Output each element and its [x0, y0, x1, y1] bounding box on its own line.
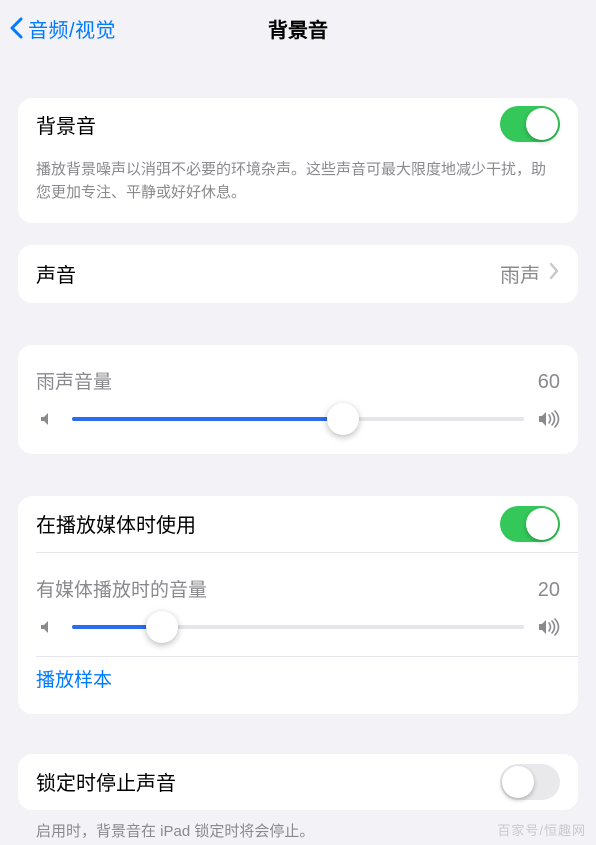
- group-media-playback: 在播放媒体时使用 有媒体播放时的音量 20 播放样本: [18, 496, 578, 714]
- toggle-label: 背景音: [36, 110, 500, 139]
- media-volume-slider-row: [18, 602, 578, 656]
- group-lock-stop: 锁定时停止声音: [18, 754, 578, 810]
- chevron-left-icon: [6, 14, 26, 42]
- toggle-use-with-media[interactable]: [500, 506, 560, 542]
- media-volume-label: 有媒体播放时的音量: [36, 575, 207, 602]
- rain-volume-label: 雨声音量: [36, 367, 112, 394]
- volume-low-icon: [36, 408, 58, 430]
- group-background-sound: 背景音 播放背景噪声以消弭不必要的环境杂声。这些声音可最大限度地减少干扰，助您更…: [18, 98, 578, 223]
- watermark: 百家号/恒趣网: [497, 820, 586, 839]
- row-use-with-media-toggle: 在播放媒体时使用: [18, 496, 578, 552]
- rain-volume-slider[interactable]: [72, 417, 524, 421]
- back-label: 音频/视觉: [28, 14, 116, 43]
- row-background-sound-toggle: 背景音: [18, 98, 578, 150]
- sound-value: 雨声: [500, 259, 540, 288]
- media-volume-slider[interactable]: [72, 625, 524, 629]
- row-sound-select[interactable]: 声音 雨声: [18, 245, 578, 303]
- page-title: 背景音: [268, 14, 328, 43]
- group-rain-volume: 雨声音量 60: [18, 345, 578, 454]
- nav-header: 音频/视觉 背景音: [0, 0, 596, 56]
- back-button[interactable]: 音频/视觉: [0, 14, 116, 43]
- rain-volume-value: 60: [538, 371, 560, 394]
- toggle-label: 锁定时停止声音: [36, 767, 500, 796]
- play-sample-button[interactable]: 播放样本: [18, 657, 578, 714]
- toggle-lock-stop[interactable]: [500, 764, 560, 800]
- group-sound-select: 声音 雨声: [18, 245, 578, 303]
- chevron-right-icon: [548, 262, 560, 285]
- footer-text: 启用时，背景音在 iPad 锁定时将会停止。: [18, 810, 578, 843]
- row-lock-stop-toggle: 锁定时停止声音: [18, 754, 578, 810]
- volume-low-icon: [36, 616, 58, 638]
- rain-volume-slider-row: [18, 394, 578, 454]
- sound-label: 声音: [36, 259, 500, 288]
- volume-high-icon: [538, 616, 560, 638]
- volume-high-icon: [538, 408, 560, 430]
- toggle-background-sound[interactable]: [500, 106, 560, 142]
- footer-text: 播放背景噪声以消弭不必要的环境杂声。这些声音可最大限度地减少干扰，助您更加专注、…: [18, 150, 578, 223]
- toggle-label: 在播放媒体时使用: [36, 509, 500, 538]
- media-volume-value: 20: [538, 579, 560, 602]
